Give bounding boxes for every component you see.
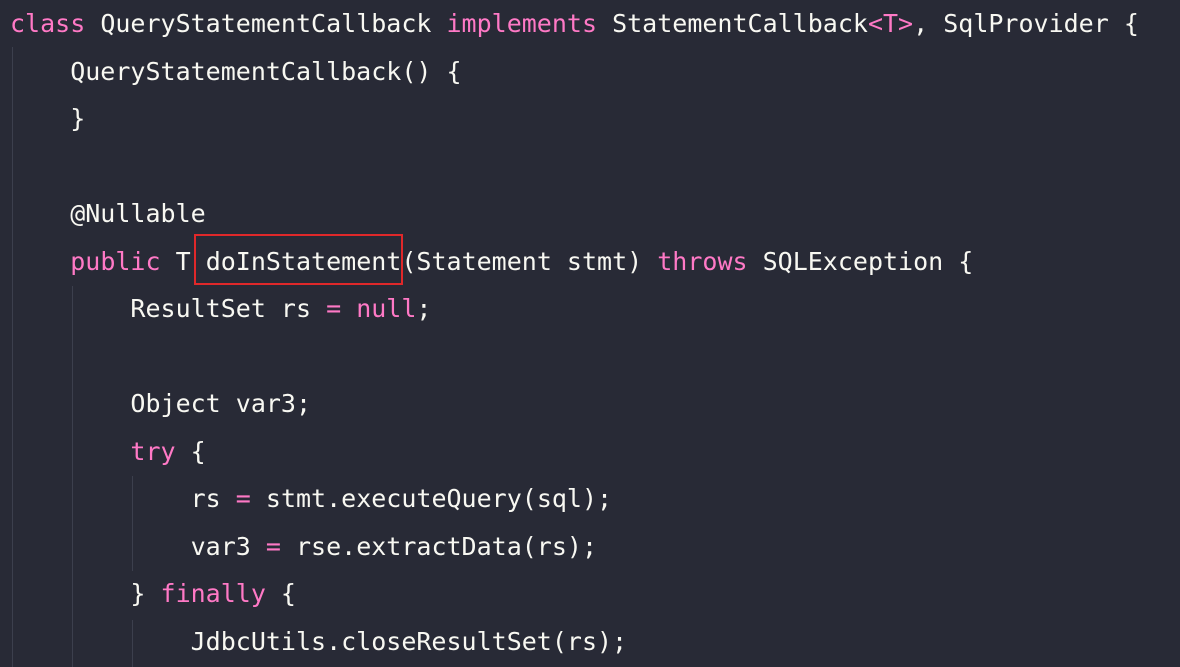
code-token: JdbcUtils.closeResultSet(rs); [10, 626, 628, 656]
code-line[interactable]: class QueryStatementCallback implements … [10, 0, 1139, 48]
code-keyword-token: finally [160, 579, 266, 608]
code-keyword-token: = [265, 531, 281, 561]
code-token: (Statement stmt) [401, 246, 658, 276]
code-token: rs [10, 484, 236, 513]
code-line[interactable]: try { [10, 428, 206, 476]
code-keyword-token: throws [657, 246, 748, 276]
code-token: var3 [10, 531, 266, 561]
code-token: ResultSet rs [10, 294, 327, 323]
code-line[interactable]: public T doInStatement(Statement stmt) t… [10, 238, 973, 286]
code-line[interactable]: QueryStatementCallback() { [10, 48, 462, 96]
code-line[interactable]: @Nullable [10, 190, 206, 238]
code-token: rse.extractData(rs); [280, 531, 598, 561]
code-line[interactable]: Object var3; [10, 380, 311, 428]
code-keyword-token: try [130, 436, 176, 466]
code-token: , SqlProvider { [913, 9, 1139, 38]
code-token: } [10, 579, 161, 608]
code-line[interactable]: ResultSet rs = null; [10, 285, 431, 333]
code-keyword-token: = [235, 484, 251, 513]
code-keyword-token: class [10, 9, 86, 38]
code-token: StatementCallback [597, 9, 868, 38]
code-keyword-token: implements [446, 9, 598, 38]
code-line[interactable]: } [10, 95, 85, 143]
method-name-highlight-box [194, 234, 403, 285]
code-keyword-token: = [326, 294, 342, 323]
code-token: SQLException { [747, 246, 974, 276]
code-token: QueryStatementCallback() { [10, 56, 462, 86]
code-token: @Nullable [10, 199, 206, 228]
code-token: stmt.executeQuery(sql); [250, 484, 613, 513]
code-editor[interactable]: class QueryStatementCallback implements … [0, 0, 1180, 667]
code-token: QueryStatementCallback [85, 9, 447, 38]
code-token: ; [416, 294, 432, 323]
code-line[interactable]: var3 = rse.extractData(rs); [10, 523, 597, 571]
code-token: Object var3; [10, 389, 312, 418]
code-token: { [265, 579, 296, 608]
code-token: { [175, 436, 206, 466]
code-keyword-token: public [70, 246, 161, 276]
code-line[interactable]: JdbcUtils.closeResultSet(rs); [10, 618, 628, 666]
code-line[interactable]: } finally { [10, 570, 296, 618]
code-line[interactable]: rs = stmt.executeQuery(sql); [10, 475, 612, 523]
code-keyword-token: null [356, 294, 417, 323]
code-token: } [10, 104, 86, 133]
code-keyword-token: <T> [867, 9, 914, 38]
